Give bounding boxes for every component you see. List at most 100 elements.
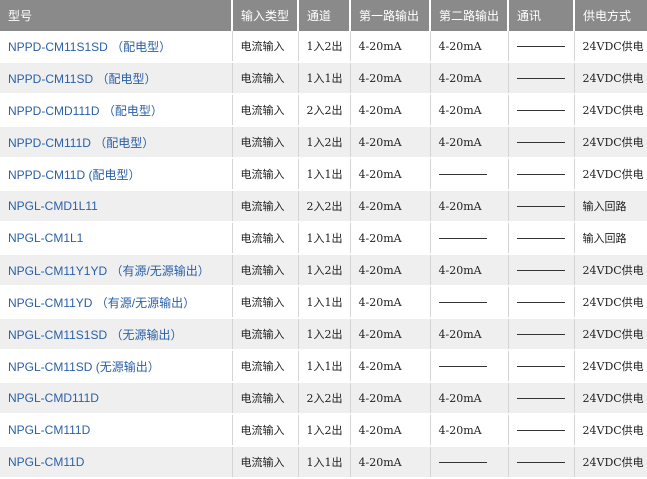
table-body: NPPD-CM11S1SD （配电型）电流输入1入2出4-20mA4-20mA—… bbox=[0, 31, 647, 479]
table-row: NPGL-CM111D电流输入1入2出4-20mA4-20mA————24VDC… bbox=[0, 414, 647, 447]
channel-cell: 1入2出 bbox=[298, 318, 351, 351]
output-2-cell: 4-20mA bbox=[430, 31, 509, 63]
table-row: NPGL-CM1L1 电流输入1入1出4-20mA ———— ———— 输入回路 bbox=[0, 222, 647, 255]
model-cell: NPPD-CM111D （配电型） bbox=[0, 126, 233, 159]
output-2-cell: 4-20mA bbox=[430, 190, 509, 223]
header-output-1: 第一路输出 bbox=[350, 0, 431, 31]
model-link[interactable]: NPGL-CM11S1SD （无源输出） bbox=[8, 328, 182, 342]
channel-cell: 2入2出 bbox=[298, 190, 351, 223]
model-link[interactable]: NPGL-CM11D bbox=[8, 455, 84, 469]
power-supply-cell: 24VDC供电 bbox=[574, 62, 647, 95]
channel-cell: 1入2出 bbox=[298, 254, 351, 287]
table-row: NPGL-CMD1L11电流输入2入2出4-20mA4-20mA————输入回路 bbox=[0, 190, 647, 223]
power-supply-cell: 24VDC供电 bbox=[574, 350, 647, 383]
model-link[interactable]: NPPD-CM11SD （配电型） bbox=[8, 72, 156, 86]
dash-line: ———— bbox=[438, 238, 487, 239]
dash-line: ———— bbox=[516, 366, 565, 367]
model-cell: NPGL-CM1L1 bbox=[0, 222, 233, 255]
model-cell: NPGL-CM11Y1YD （有源/无源输出） bbox=[0, 254, 233, 287]
input-type-cell: 电流输入 bbox=[232, 414, 299, 447]
dash-line: ———— bbox=[516, 46, 565, 47]
input-type-cell: 电流输入 bbox=[232, 126, 299, 159]
channel-cell: 1入2出 bbox=[298, 414, 351, 447]
model-cell: NPGL-CM111D bbox=[0, 414, 233, 447]
table-row: NPGL-CMD111D电流输入2入2出4-20mA4-20mA————24VD… bbox=[0, 382, 647, 415]
table-row: NPGL-CM11SD (无源输出） 电流输入1入1出4-20mA ———— ————… bbox=[0, 350, 647, 383]
model-link[interactable]: NPPD-CMD111D （配电型） bbox=[8, 104, 163, 118]
input-type-cell: 电流输入 bbox=[232, 31, 299, 63]
dash-line: ———— bbox=[516, 206, 565, 207]
input-type-cell: 电流输入 bbox=[232, 318, 299, 351]
channel-cell: 1入1出 bbox=[298, 446, 351, 479]
dash-line: ———— bbox=[438, 174, 487, 175]
dash-line: ———— bbox=[516, 302, 565, 303]
communication-cell: ———— bbox=[508, 126, 575, 159]
model-cell: NPGL-CMD111D bbox=[0, 382, 233, 415]
output-1-cell: 4-20mA bbox=[350, 286, 431, 319]
output-1-cell: 4-20mA bbox=[350, 126, 431, 159]
model-cell: NPPD-CM11SD （配电型） bbox=[0, 62, 233, 95]
dash-line: ———— bbox=[516, 174, 565, 175]
model-cell: NPGL-CM11D bbox=[0, 446, 233, 479]
power-supply-cell: 24VDC供电 bbox=[574, 446, 647, 479]
model-link[interactable]: NPGL-CM111D bbox=[8, 423, 90, 437]
table-header: 型号 输入类型 通道 第一路输出 第二路输出 通讯 供电方式 bbox=[0, 0, 647, 31]
communication-cell: ———— bbox=[508, 94, 575, 127]
channel-cell: 1入2出 bbox=[298, 31, 351, 63]
header-channel: 通道 bbox=[298, 0, 351, 31]
model-cell: NPPD-CM11S1SD （配电型） bbox=[0, 31, 233, 63]
output-2-cell: 4-20mA bbox=[430, 126, 509, 159]
model-cell: NPGL-CM11SD (无源输出） bbox=[0, 350, 233, 383]
model-cell: NPGL-CM11S1SD （无源输出） bbox=[0, 318, 233, 351]
output-1-cell: 4-20mA bbox=[350, 382, 431, 415]
model-link[interactable]: NPGL-CM11Y1YD （有源/无源输出） bbox=[8, 264, 210, 278]
table-row: NPPD-CM11S1SD （配电型）电流输入1入2出4-20mA4-20mA—… bbox=[0, 31, 647, 63]
dash-line: ———— bbox=[516, 110, 565, 111]
model-link[interactable]: NPGL-CMD111D bbox=[8, 391, 99, 405]
table-row: NPGL-CM11S1SD （无源输出） 电流输入 1入2出 4-20mA 4-20mA… bbox=[0, 318, 647, 351]
header-power-supply: 供电方式 bbox=[574, 0, 647, 31]
header-output-2: 第二路输出 bbox=[430, 0, 509, 31]
dash-line: ———— bbox=[516, 430, 565, 431]
output-1-cell: 4-20mA bbox=[350, 190, 431, 223]
communication-cell: ———— bbox=[508, 62, 575, 95]
input-type-cell: 电流输入 bbox=[232, 222, 299, 255]
communication-cell: ———— bbox=[508, 158, 575, 191]
input-type-cell: 电流输入 bbox=[232, 62, 299, 95]
power-supply-cell: 24VDC供电 bbox=[574, 94, 647, 127]
model-cell: NPPD-CM11D (配电型） bbox=[0, 158, 233, 191]
power-supply-cell: 输入回路 bbox=[574, 222, 647, 255]
output-1-cell: 4-20mA bbox=[350, 414, 431, 447]
output-1-cell: 4-20mA bbox=[350, 31, 431, 63]
model-link[interactable]: NPPD-CM11S1SD （配电型） bbox=[8, 40, 171, 54]
model-link[interactable]: NPPD-CM11D (配电型） bbox=[8, 168, 140, 182]
output-2-cell: 4-20mA bbox=[430, 62, 509, 95]
dash-line: ———— bbox=[438, 302, 487, 303]
dash-line: ———— bbox=[516, 270, 565, 271]
dash-line: ———— bbox=[516, 78, 565, 79]
output-2-cell: 4-20mA bbox=[430, 254, 509, 287]
communication-cell: ———— bbox=[508, 222, 575, 255]
output-1-cell: 4-20mA bbox=[350, 62, 431, 95]
model-link[interactable]: NPGL-CMD1L11 bbox=[8, 199, 98, 213]
table-row: NPPD-CM111D （配电型）电流输入1入2出4-20mA4-20mA———… bbox=[0, 126, 647, 159]
communication-cell: ———— bbox=[508, 382, 575, 415]
header-row: 型号 输入类型 通道 第一路输出 第二路输出 通讯 供电方式 bbox=[0, 0, 647, 31]
output-1-cell: 4-20mA bbox=[350, 350, 431, 383]
model-link[interactable]: NPGL-CM11YD （有源/无源输出） bbox=[8, 296, 195, 310]
power-supply-cell: 24VDC供电 bbox=[574, 31, 647, 63]
power-supply-cell: 24VDC供电 bbox=[574, 254, 647, 287]
model-link[interactable]: NPGL-CM11SD (无源输出） bbox=[8, 360, 160, 374]
input-type-cell: 电流输入 bbox=[232, 190, 299, 223]
channel-cell: 1入2出 bbox=[298, 126, 351, 159]
channel-cell: 2入2出 bbox=[298, 382, 351, 415]
model-link[interactable]: NPPD-CM111D （配电型） bbox=[8, 136, 154, 150]
model-link[interactable]: NPGL-CM1L1 bbox=[8, 231, 83, 245]
channel-cell: 2入2出 bbox=[298, 94, 351, 127]
table-row: NPPD-CM11D (配电型） 电流输入1入1出4-20mA ———— ———— 24… bbox=[0, 158, 647, 191]
output-2-cell: ———— bbox=[430, 446, 509, 479]
output-2-cell: 4-20mA bbox=[430, 382, 509, 415]
power-supply-cell: 24VDC供电 bbox=[574, 158, 647, 191]
power-supply-cell: 输入回路 bbox=[574, 190, 647, 223]
dash-line: ———— bbox=[438, 366, 487, 367]
